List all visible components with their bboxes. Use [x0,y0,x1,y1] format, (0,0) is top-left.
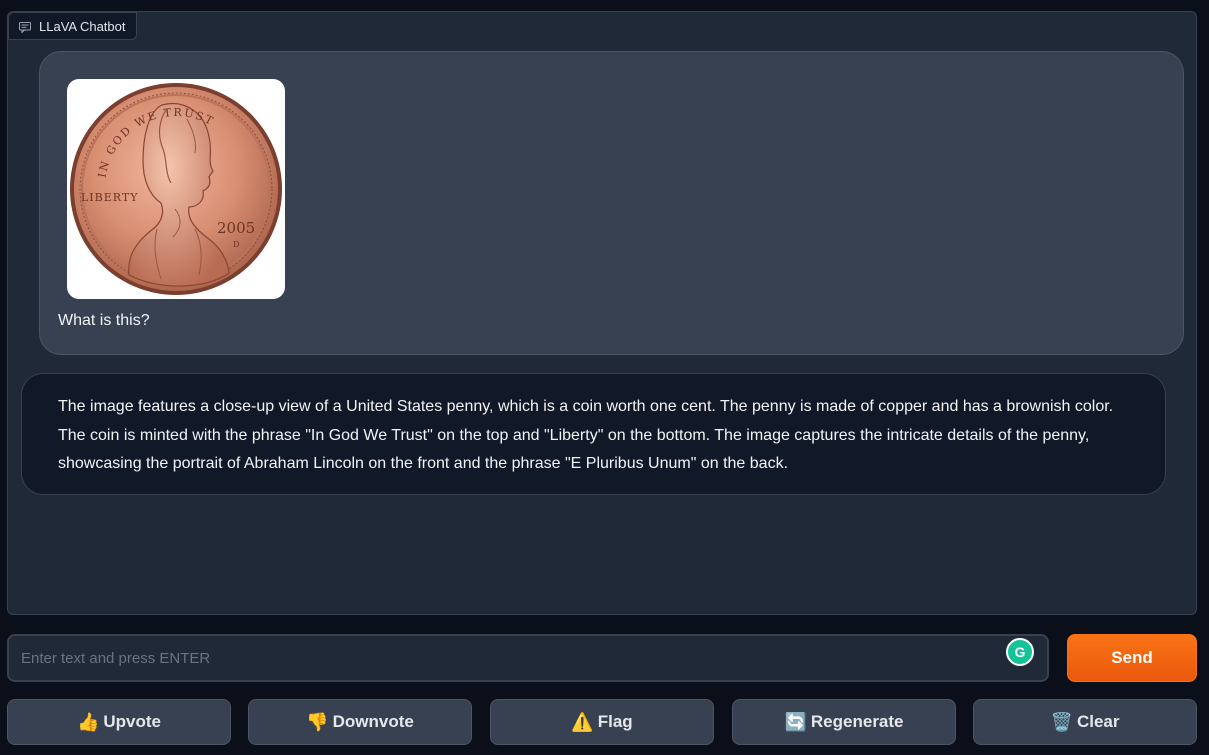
clear-label: Clear [1076,712,1120,731]
chatbot-panel: LLaVA Chatbot IN GOD WE TRUST LIBERTY 20… [7,11,1197,615]
message-input-container: G [7,634,1049,682]
trash-icon: 🗑️ [1050,711,1073,732]
upvote-label: Upvote [103,712,162,731]
flag-button[interactable]: ⚠️ Flag [490,699,714,745]
regenerate-button[interactable]: 🔄 Regenerate [732,699,956,745]
chat-icon [19,21,31,34]
bot-message: The image features a close-up view of a … [21,373,1166,495]
downvote-button[interactable]: 👎 Downvote [248,699,472,745]
chatbot-label: LLaVA Chatbot [8,12,137,40]
downvote-label: Downvote [332,712,414,731]
clear-button[interactable]: 🗑️ Clear [973,699,1197,745]
coin-mint-text: D [233,240,239,249]
warning-icon: ⚠️ [571,711,594,732]
grammarly-icon[interactable]: G [1006,638,1034,666]
flag-label: Flag [597,712,633,731]
grammarly-label: G [1014,644,1026,660]
thumbs-up-icon: 👍 [76,711,100,732]
thumbs-down-icon: 👎 [306,711,329,732]
penny-image: IN GOD WE TRUST LIBERTY 2005 D [70,83,282,295]
user-message-text: What is this? [58,312,150,329]
refresh-icon: 🔄 [784,711,807,732]
coin-year-text: 2005 [217,219,255,237]
message-input[interactable] [9,636,1047,680]
bot-message-text: The image features a close-up view of a … [58,398,1114,472]
send-button[interactable]: Send [1067,634,1197,682]
coin-liberty-text: LIBERTY [81,191,138,204]
user-message: IN GOD WE TRUST LIBERTY 2005 D What is t… [39,51,1184,355]
upvote-button[interactable]: 👍 Upvote [7,699,231,745]
chatbot-label-text: LLaVA Chatbot [39,18,126,34]
user-image[interactable]: IN GOD WE TRUST LIBERTY 2005 D [67,79,285,299]
regenerate-label: Regenerate [810,712,904,731]
